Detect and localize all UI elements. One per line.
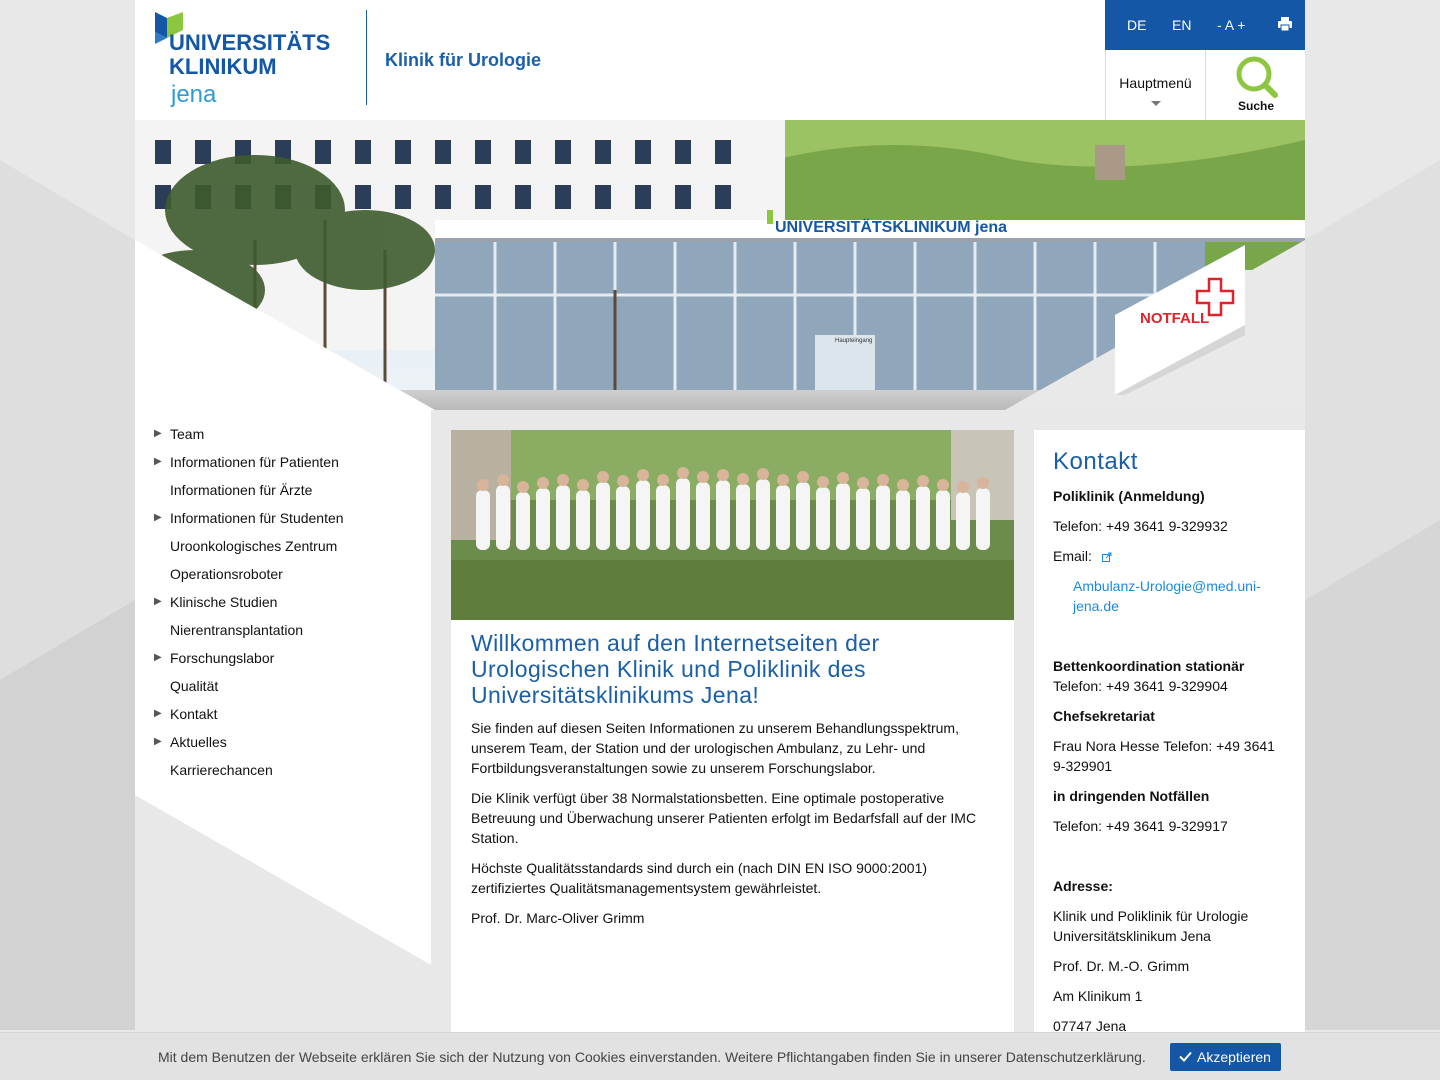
sidebar-item-aktuelles[interactable]: ▶ Aktuelles xyxy=(135,728,431,756)
sidebar-item-studenten[interactable]: ▶ Informationen für Studenten xyxy=(135,504,431,532)
top-utility-bar: DE EN - A + xyxy=(1105,0,1305,50)
svg-text:KLINIKUM: KLINIKUM xyxy=(169,54,277,79)
svg-text:jena: jena xyxy=(170,81,217,108)
expand-arrow-icon: ▶ xyxy=(154,708,162,719)
sidebar-item-team[interactable]: ▶ Team xyxy=(135,420,431,448)
poliklinik-heading: Poliklinik (Anmeldung) xyxy=(1053,488,1205,504)
sidebar-item-label: Forschungslabor xyxy=(170,650,275,666)
page-heading: Willkommen auf den Internetseiten der Ur… xyxy=(471,630,880,708)
sidebar-item-uroonkologie[interactable]: Uroonkologisches Zentrum xyxy=(135,532,431,560)
sidebar-item-studien[interactable]: ▶ Klinische Studien xyxy=(135,588,431,616)
address-clinic: Klinik und Poliklinik für Urologie Unive… xyxy=(1053,908,1249,944)
main-menu-button[interactable]: Hauptmenü xyxy=(1105,50,1205,120)
address-heading: Adresse: xyxy=(1053,878,1113,894)
notfall-heading: in dringenden Notfällen xyxy=(1053,788,1210,804)
email-link[interactable]: Ambulanz-Urologie@med.uni-jena.de xyxy=(1073,576,1273,616)
poliklinik-phone: Telefon: +49 3641 9-329932 xyxy=(1053,518,1228,534)
expand-arrow-icon: ▶ xyxy=(154,456,162,467)
sidebar-item-label: Informationen für Patienten xyxy=(170,454,339,470)
expand-arrow-icon: ▶ xyxy=(154,652,162,663)
expand-arrow-icon: ▶ xyxy=(154,596,162,607)
svg-text:NOTFALL: NOTFALL xyxy=(1140,310,1209,327)
accept-label: Akzeptieren xyxy=(1197,1049,1271,1065)
expand-arrow-icon: ▶ xyxy=(154,736,162,747)
cookie-banner: Mit dem Benutzen der Webseite erklären S… xyxy=(0,1032,1440,1080)
team-photo xyxy=(451,430,1014,620)
search-label: Suche xyxy=(1237,99,1274,113)
sidebar-item-kontakt[interactable]: ▶ Kontakt xyxy=(135,700,431,728)
sidebar-navigation: ▶ Team ▶ Informationen für Patienten Infor… xyxy=(135,240,431,965)
svg-text:UNIVERSITÄTSKLINIKUM jena: UNIVERSITÄTSKLINIKUM jena xyxy=(775,218,1007,236)
contact-box: Kontakt Poliklinik (Anmeldung) Telefon: … xyxy=(1034,430,1305,1080)
sidebar-menu: ▶ Team ▶ Informationen für Patienten Infor… xyxy=(135,420,431,784)
quality-paragraph: Höchste Qualitätsstandards sind durch ei… xyxy=(471,860,928,896)
svg-text:UNIVERSITÄTS: UNIVERSITÄTS xyxy=(169,30,330,55)
email-row: Email: xyxy=(1053,546,1293,566)
chef-heading: Chefsekretariat xyxy=(1053,708,1155,724)
betten-phone: Telefon: +49 3641 9-329904 xyxy=(1053,678,1228,694)
university-hospital-logo[interactable]: UNIVERSITÄTS KLINIKUM jena xyxy=(155,12,350,108)
sidebar-item-label: Operationsroboter xyxy=(170,566,283,582)
intro-paragraph: Sie finden auf diesen Seiten Information… xyxy=(471,720,959,776)
sidebar-item-label: Informationen für Studenten xyxy=(170,510,344,526)
accept-cookies-button[interactable]: Akzeptieren xyxy=(1170,1043,1281,1071)
sidebar-item-nierentransplantation[interactable]: Nierentransplantation xyxy=(135,616,431,644)
beds-paragraph: Die Klinik verfügt über 38 Normalstation… xyxy=(471,790,977,846)
signature: Prof. Dr. Marc-Oliver Grimm xyxy=(471,910,645,926)
chef-text: Frau Nora Hesse Telefon: +49 3641 9-3299… xyxy=(1053,738,1275,774)
page: UNIVERSITÄTS KLINIKUM jena Klinik für Ur… xyxy=(135,0,1305,1080)
emergency-badge[interactable]: NOTFALL xyxy=(1115,245,1245,395)
search-icon xyxy=(1236,56,1278,98)
address-person: Prof. Dr. M.-O. Grimm xyxy=(1053,958,1190,974)
sidebar-item-qualitaet[interactable]: Qualität xyxy=(135,672,431,700)
contact-title: Kontakt xyxy=(1053,448,1138,475)
sidebar-item-aerzte[interactable]: Informationen für Ärzte xyxy=(135,476,431,504)
chevron-down-icon xyxy=(1150,101,1161,106)
site-header: UNIVERSITÄTS KLINIKUM jena Klinik für Ur… xyxy=(135,0,1305,120)
language-en-link[interactable]: EN xyxy=(1172,17,1191,33)
expand-arrow-icon: ▶ xyxy=(154,428,162,439)
sidebar-item-label: Kontakt xyxy=(170,706,218,722)
sidebar-item-label: Karrierechancen xyxy=(170,762,273,778)
sidebar-item-label: Informationen für Ärzte xyxy=(170,482,313,498)
logo-divider xyxy=(366,10,367,105)
sidebar-item-forschungslabor[interactable]: ▶ Forschungslabor xyxy=(135,644,431,672)
main-content: Willkommen auf den Internetseiten der Ur… xyxy=(451,430,1014,1080)
sidebar-item-label: Team xyxy=(170,426,205,442)
checkmark-icon xyxy=(1179,1051,1192,1062)
sidebar-item-label: Aktuelles xyxy=(170,734,227,750)
address-street: Am Klinikum 1 xyxy=(1053,988,1143,1004)
sidebar-item-patienten[interactable]: ▶ Informationen für Patienten xyxy=(135,448,431,476)
svg-text:Haupteingang: Haupteingang xyxy=(835,338,872,344)
notfall-phone: Telefon: +49 3641 9-329917 xyxy=(1053,818,1228,834)
expand-arrow-icon: ▶ xyxy=(154,512,162,523)
sidebar-item-label: Nierentransplantation xyxy=(170,622,304,638)
print-icon[interactable] xyxy=(1277,16,1293,32)
sidebar-item-karriere[interactable]: Karrierechancen xyxy=(135,756,431,784)
sidebar-item-label: Uroonkologisches Zentrum xyxy=(170,538,338,554)
sidebar-item-operationsroboter[interactable]: Operationsroboter xyxy=(135,560,431,588)
betten-heading: Bettenkoordination stationär xyxy=(1053,658,1245,674)
language-de-link[interactable]: DE xyxy=(1127,17,1146,33)
sidebar-item-label: Klinische Studien xyxy=(170,594,278,610)
cookie-message: Mit dem Benutzen der Webseite erklären S… xyxy=(158,1049,1146,1065)
search-button[interactable]: Suche xyxy=(1205,50,1305,120)
main-menu-label: Hauptmenü xyxy=(1119,75,1192,91)
font-size-control[interactable]: - A + xyxy=(1217,17,1245,33)
clinic-title[interactable]: Klinik für Urologie xyxy=(385,50,541,71)
email-label: Email: xyxy=(1053,548,1092,564)
sidebar-item-label: Qualität xyxy=(170,678,219,694)
external-link-icon xyxy=(1101,552,1112,562)
